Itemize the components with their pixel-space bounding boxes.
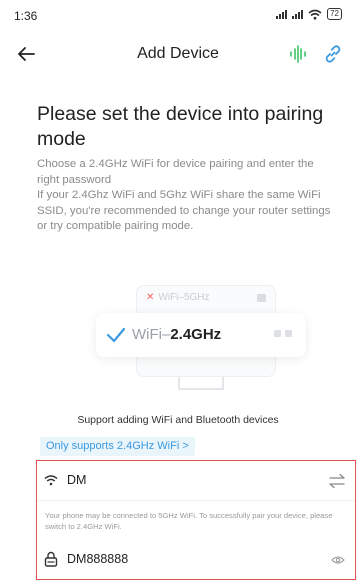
wifi-prefix: WiFi–: [132, 326, 171, 343]
description-line-2: If your 2.4Ghz WiFi and 5Ghz WiFi share …: [37, 189, 331, 232]
support-text: Support adding WiFi and Bluetooth device…: [77, 414, 279, 426]
nav-bar: Add Device: [0, 36, 356, 72]
pairing-heading: Please set the device into pairing mode: [37, 103, 324, 150]
password-value: DM888888: [67, 552, 129, 566]
wifi-band: 2.4GHz: [170, 326, 222, 343]
signal-icon: [276, 9, 288, 19]
wifi-5g-label: WiFi–5GHz: [158, 292, 210, 303]
link-icon[interactable]: [322, 43, 344, 65]
switch-icon[interactable]: [329, 473, 345, 489]
wifi-status-icon: [308, 9, 322, 20]
wifi-icon: [44, 475, 58, 486]
status-icons: 72: [276, 8, 342, 20]
cross-icon: ✕: [146, 292, 155, 303]
password-field[interactable]: DM888888: [37, 541, 355, 581]
router-stand: [178, 377, 224, 390]
status-bar: 1:36 72: [0, 0, 356, 36]
status-time: 1:36: [14, 9, 38, 23]
ssid-field[interactable]: DM: [37, 461, 355, 501]
ssid-value: DM: [67, 473, 87, 487]
only-24ghz-link[interactable]: Only supports 2.4GHz WiFi >: [40, 437, 195, 456]
wifi-5g-option: ✕ WiFi–5GHz: [146, 292, 210, 303]
wifi-24-card: WiFi–2.4GHz: [96, 313, 306, 357]
lock-icon: [44, 551, 58, 567]
eye-icon[interactable]: [331, 555, 345, 565]
lock-small-icon: [257, 294, 266, 302]
pairing-description: Choose a 2.4GHz WiFi for device pairing …: [37, 157, 337, 235]
router-illustration: ✕ WiFi–5GHz WiFi–2.4GHz: [96, 285, 306, 390]
check-icon: [106, 327, 126, 343]
wifi-hint: Your phone may be connected to 5GHz WiFi…: [45, 511, 333, 531]
wifi-card-icons: [274, 330, 292, 337]
wifi-24-label: WiFi–2.4GHz: [132, 326, 221, 343]
description-line-1: Choose a 2.4GHz WiFi for device pairing …: [37, 158, 314, 186]
signal-icon-2: [292, 9, 304, 19]
wifi-form: DM Your phone may be connected to 5GHz W…: [36, 460, 356, 580]
voice-icon[interactable]: [288, 44, 308, 64]
battery-icon: 72: [327, 8, 342, 20]
